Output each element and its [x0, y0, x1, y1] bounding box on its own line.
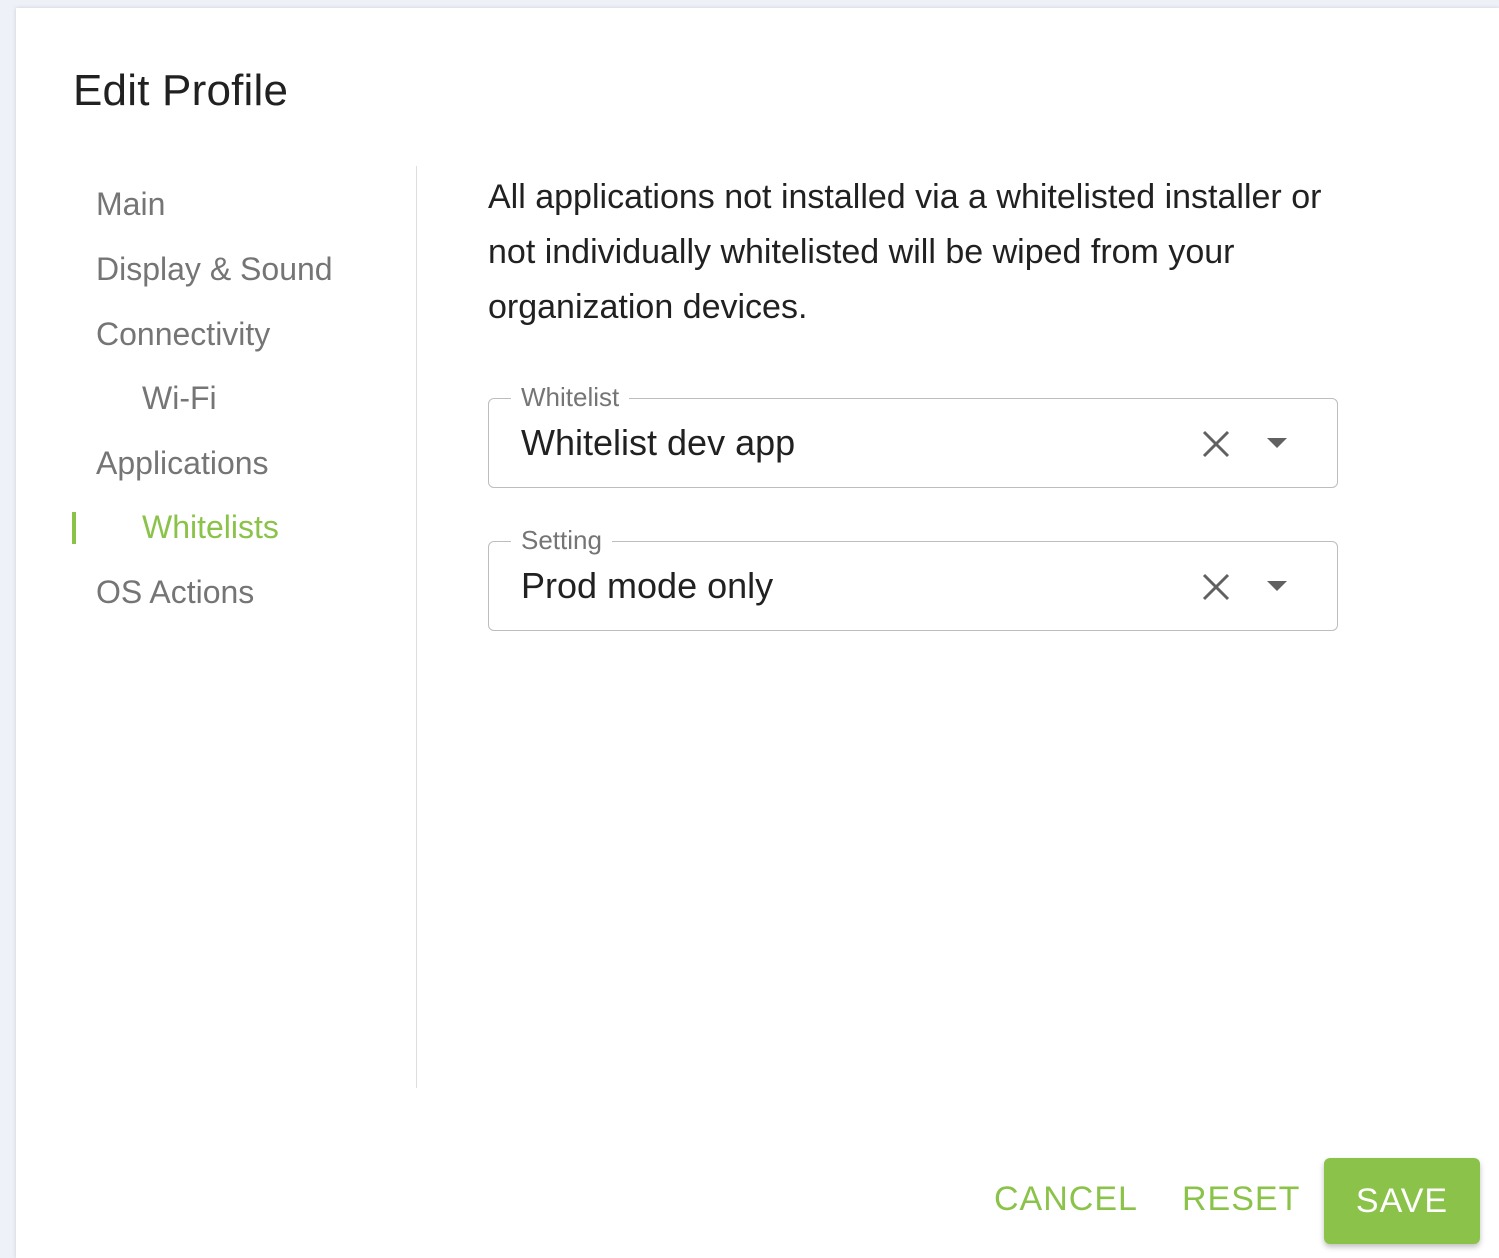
save-button[interactable]: SAVE [1324, 1158, 1480, 1244]
description-text: All applications not installed via a whi… [488, 178, 1322, 326]
sidebar-item-applications[interactable]: Applications [96, 445, 269, 482]
sidebar-item-wifi[interactable]: Wi-Fi [142, 380, 217, 417]
dialog-title: Edit Profile [73, 66, 289, 115]
sidebar-item-os-actions[interactable]: OS Actions [96, 574, 254, 611]
chevron-down-icon[interactable] [1265, 435, 1289, 451]
active-indicator [72, 512, 76, 544]
close-icon[interactable] [1199, 570, 1233, 604]
setting-select-label: Setting [511, 524, 612, 556]
close-icon[interactable] [1199, 427, 1233, 461]
sidebar-item-connectivity[interactable]: Connectivity [96, 316, 270, 353]
edit-profile-dialog: Edit Profile Main Display & Sound Connec… [16, 8, 1499, 1258]
setting-select-value: Prod mode only [521, 565, 774, 606]
reset-button[interactable]: RESET [1182, 1180, 1300, 1219]
chevron-down-icon[interactable] [1265, 578, 1289, 594]
sidebar-item-whitelists[interactable]: Whitelists [142, 509, 279, 546]
cancel-button[interactable]: CANCEL [994, 1180, 1138, 1219]
dialog-actions: CANCEL RESET SAVE [899, 1158, 1499, 1258]
sidebar-item-main[interactable]: Main [96, 186, 165, 223]
content-panel: All applications not installed via a whi… [488, 170, 1348, 631]
sidebar-item-display-sound[interactable]: Display & Sound [96, 251, 333, 288]
whitelist-select-label: Whitelist [511, 381, 630, 413]
setting-select[interactable]: Setting Prod mode only [488, 524, 1338, 631]
whitelist-select-value: Whitelist dev app [521, 422, 796, 463]
sidebar-nav: Main Display & Sound Connectivity Wi-Fi … [16, 166, 417, 1088]
whitelist-select[interactable]: Whitelist Whitelist dev app [488, 381, 1338, 488]
